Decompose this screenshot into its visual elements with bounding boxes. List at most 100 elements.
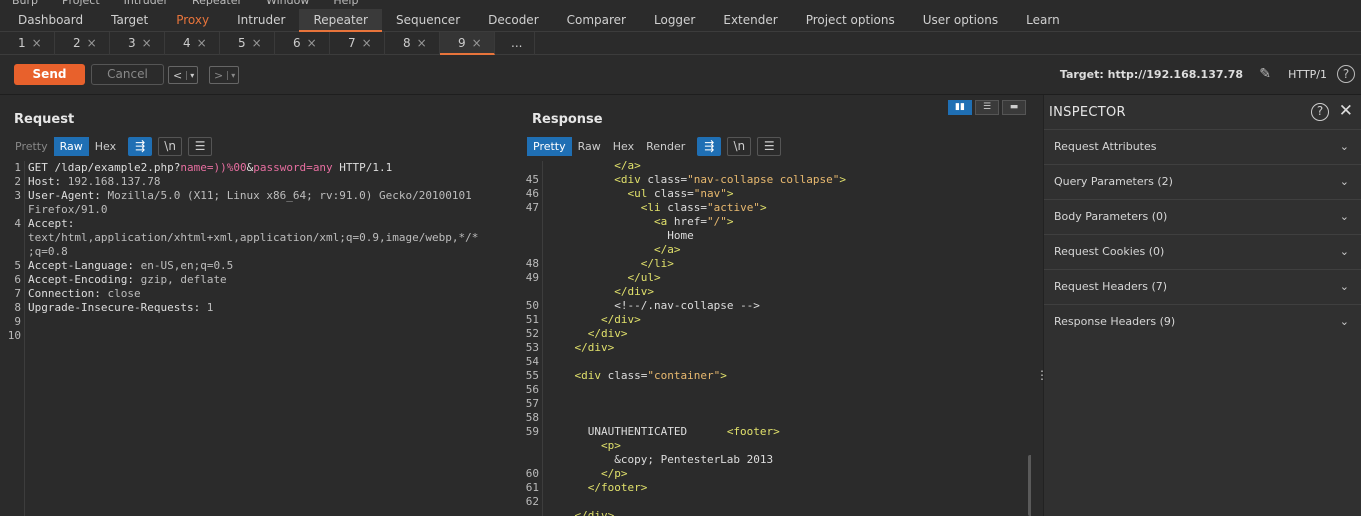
request-line: Host: 192.168.137.78 <box>28 175 478 189</box>
menu-item-help[interactable]: Help <box>333 0 358 7</box>
tab-user-options[interactable]: User options <box>909 9 1012 32</box>
request-tab-hex[interactable]: Hex <box>89 137 122 156</box>
request-editor[interactable]: 1 2 3 4 5 6 7 8 9 10 GET /ldap/example2.php?name=… <box>4 161 507 516</box>
close-tab-icon[interactable]: × <box>362 36 372 50</box>
inspector-splitter[interactable]: ⋮ <box>1031 95 1048 516</box>
repeater-tab-7[interactable]: 7 × <box>330 32 385 55</box>
chevron-down-icon[interactable]: ⌄ <box>1340 165 1349 199</box>
request-code[interactable]: GET /ldap/example2.php?name=))%00&passwo… <box>28 161 478 343</box>
request-tab-raw[interactable]: Raw <box>53 137 89 156</box>
line-number: 4 <box>14 217 21 230</box>
send-button[interactable]: Send <box>14 64 85 85</box>
inspector-section-request-cookies[interactable]: Request Cookies (0) ⌄ <box>1044 234 1361 269</box>
html-text <box>548 173 614 186</box>
response-line: <p> <box>548 439 846 453</box>
close-tab-icon[interactable]: × <box>252 36 262 50</box>
close-tab-icon[interactable]: × <box>87 36 97 50</box>
line-number <box>522 215 539 229</box>
html-text <box>548 467 601 480</box>
tab-intruder[interactable]: Intruder <box>223 9 299 32</box>
line-number <box>522 453 539 467</box>
chevron-down-icon[interactable]: ⌄ <box>1340 130 1349 164</box>
menu-item-intruder[interactable]: Intruder <box>124 0 168 7</box>
response-tab-hex[interactable]: Hex <box>607 137 640 156</box>
request-newline-icon[interactable]: \n <box>158 137 183 156</box>
tab-learn[interactable]: Learn <box>1012 9 1074 32</box>
tab-target[interactable]: Target <box>97 9 162 32</box>
single-tab-layout-icon[interactable]: ▬ <box>1002 100 1026 115</box>
tab-comparer[interactable]: Comparer <box>553 9 640 32</box>
pane-splitter[interactable]: ⋮ <box>509 95 530 516</box>
tab-repeater[interactable]: Repeater <box>299 9 382 32</box>
repeater-tab-1[interactable]: 1 × <box>0 32 55 55</box>
repeater-tab-8[interactable]: 8 × <box>385 32 440 55</box>
response-tab-render[interactable]: Render <box>640 137 691 156</box>
repeater-tab-4[interactable]: 4 × <box>165 32 220 55</box>
response-editor[interactable]: 45 46 47 48 49 50 51 52 53 54 55 56 57 58 59 60 61 62 </a… <box>522 161 1025 516</box>
back-dropdown-icon[interactable]: ▾ <box>186 70 197 80</box>
request-wrap-icon[interactable]: ⇶ <box>128 137 153 156</box>
close-tab-icon[interactable]: × <box>472 36 482 50</box>
chevron-down-icon[interactable]: ⌄ <box>1340 235 1349 269</box>
cancel-button[interactable]: Cancel <box>91 64 164 85</box>
html-text: &copy; PentesterLab 2013 <box>548 453 774 466</box>
inspector-section-request-headers[interactable]: Request Headers (7) ⌄ <box>1044 269 1361 304</box>
repeater-tab-5[interactable]: 5 × <box>220 32 275 55</box>
forward-dropdown-icon[interactable]: ▾ <box>227 70 238 80</box>
line-number: 3 <box>14 189 21 202</box>
repeater-tab-3[interactable]: 3 × <box>110 32 165 55</box>
response-wrap-icon[interactable]: ⇶ <box>697 137 722 156</box>
inspector-section-request-attributes[interactable]: Request Attributes ⌄ <box>1044 129 1361 164</box>
help-icon[interactable]: ? <box>1337 65 1355 83</box>
chevron-down-icon[interactable]: ⌄ <box>1340 200 1349 234</box>
response-line <box>548 411 846 425</box>
forward-button[interactable]: > ▾ <box>209 66 240 84</box>
response-tab-pretty[interactable]: Pretty <box>527 137 572 156</box>
inspector-close-icon[interactable]: ✕ <box>1339 101 1353 121</box>
tab-dashboard[interactable]: Dashboard <box>4 9 97 32</box>
response-tab-raw[interactable]: Raw <box>572 137 607 156</box>
tab-extender[interactable]: Extender <box>709 9 791 32</box>
header-name: Accept-Encoding: <box>28 273 134 286</box>
menu-item-project[interactable]: Project <box>62 0 100 7</box>
response-code[interactable]: </a> <div class="nav-collapse collapse">… <box>548 161 847 516</box>
chevron-down-icon[interactable]: ⌄ <box>1340 305 1349 339</box>
tab-proxy[interactable]: Proxy <box>162 9 223 32</box>
close-tab-icon[interactable]: × <box>307 36 317 50</box>
menu-item-window[interactable]: Window <box>266 0 309 7</box>
repeater-tab-new[interactable]: ... <box>495 32 535 55</box>
close-tab-icon[interactable]: × <box>32 36 42 50</box>
tab-project-options[interactable]: Project options <box>792 9 909 32</box>
edit-target-icon[interactable]: ✎ <box>1259 66 1271 82</box>
response-newline-icon[interactable]: \n <box>727 137 752 156</box>
repeater-tab-2[interactable]: 2 × <box>55 32 110 55</box>
inspector-section-query-parameters[interactable]: Query Parameters (2) ⌄ <box>1044 164 1361 199</box>
back-button[interactable]: < ▾ <box>168 66 199 84</box>
http-version-button[interactable]: HTTP/1 <box>1288 68 1327 81</box>
repeater-tab-6[interactable]: 6 × <box>275 32 330 55</box>
header-value: gzip, deflate <box>133 273 227 286</box>
close-tab-icon[interactable]: × <box>142 36 152 50</box>
tab-sequencer[interactable]: Sequencer <box>382 9 474 32</box>
html-text <box>548 327 588 340</box>
menu-item-repeater[interactable]: Repeater <box>192 0 242 7</box>
response-menu-icon[interactable]: ☰ <box>757 137 782 156</box>
side-by-side-layout-icon[interactable]: ▮▮ <box>948 100 972 115</box>
inspector-section-body-parameters[interactable]: Body Parameters (0) ⌄ <box>1044 199 1361 234</box>
inspector-section-response-headers[interactable]: Response Headers (9) ⌄ <box>1044 304 1361 339</box>
menu-item-burp[interactable]: Burp <box>12 0 38 7</box>
tab-logger[interactable]: Logger <box>640 9 709 32</box>
request-menu-icon[interactable]: ☰ <box>188 137 213 156</box>
request-tab-pretty[interactable]: Pretty <box>9 137 54 156</box>
chevron-down-icon[interactable]: ⌄ <box>1340 270 1349 304</box>
stacked-layout-icon[interactable]: ☰ <box>975 100 999 115</box>
tab-decoder[interactable]: Decoder <box>474 9 553 32</box>
response-line: </a> <box>548 243 846 257</box>
close-tab-icon[interactable]: × <box>197 36 207 50</box>
html-text <box>548 187 627 200</box>
close-tab-icon[interactable]: × <box>417 36 427 50</box>
html-tag: > <box>620 327 628 340</box>
repeater-tab-9[interactable]: 9 × <box>440 32 495 55</box>
html-text <box>548 285 614 298</box>
inspector-help-icon[interactable]: ? <box>1311 103 1329 121</box>
